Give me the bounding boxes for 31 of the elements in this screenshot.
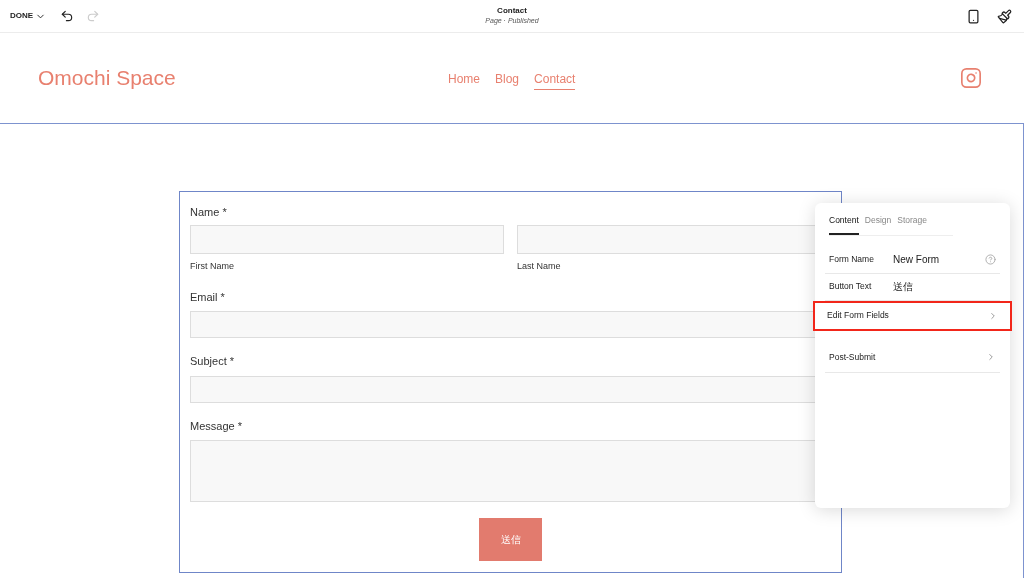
nav-link[interactable]: Home: [448, 70, 480, 90]
submit-button[interactable]: 送信: [479, 518, 542, 561]
field-label: Name *: [190, 205, 228, 218]
settings-link-row[interactable]: Edit Form Fields: [813, 300, 1012, 331]
site-logo[interactable]: Omochi Space: [38, 62, 176, 94]
field-label: Message *: [190, 418, 243, 434]
row-label: Button Text: [829, 280, 873, 294]
text-field[interactable]: [190, 225, 504, 254]
field-label: Subject *: [190, 354, 236, 369]
panel-tab[interactable]: Design: [864, 214, 892, 235]
panel-tab[interactable]: Content: [829, 214, 859, 235]
help-icon[interactable]: [985, 254, 996, 266]
done-button[interactable]: DONE: [10, 10, 47, 22]
field-label: Email *: [190, 289, 226, 305]
chevron-right-icon: [988, 310, 998, 321]
instagram-icon[interactable]: [960, 67, 982, 89]
row-value: 送信: [893, 280, 913, 295]
chevron-right-icon: [986, 352, 996, 363]
mobile-preview-icon[interactable]: [966, 8, 981, 24]
redo-icon[interactable]: [86, 9, 101, 23]
field-caption: First Name: [190, 260, 235, 273]
panel-tab[interactable]: Storage: [897, 214, 928, 235]
undo-icon[interactable]: [60, 9, 75, 23]
paintbrush-icon[interactable]: [997, 8, 1012, 24]
nav-link[interactable]: Contact: [534, 70, 576, 90]
nav-link[interactable]: Blog: [495, 70, 520, 90]
row-value: New Form: [893, 253, 940, 268]
field-caption: Last Name: [517, 260, 562, 273]
settings-link-row[interactable]: Post-Submit: [825, 342, 1000, 373]
row-label: Form Name: [829, 253, 875, 267]
page-title: Contact: [497, 5, 527, 16]
